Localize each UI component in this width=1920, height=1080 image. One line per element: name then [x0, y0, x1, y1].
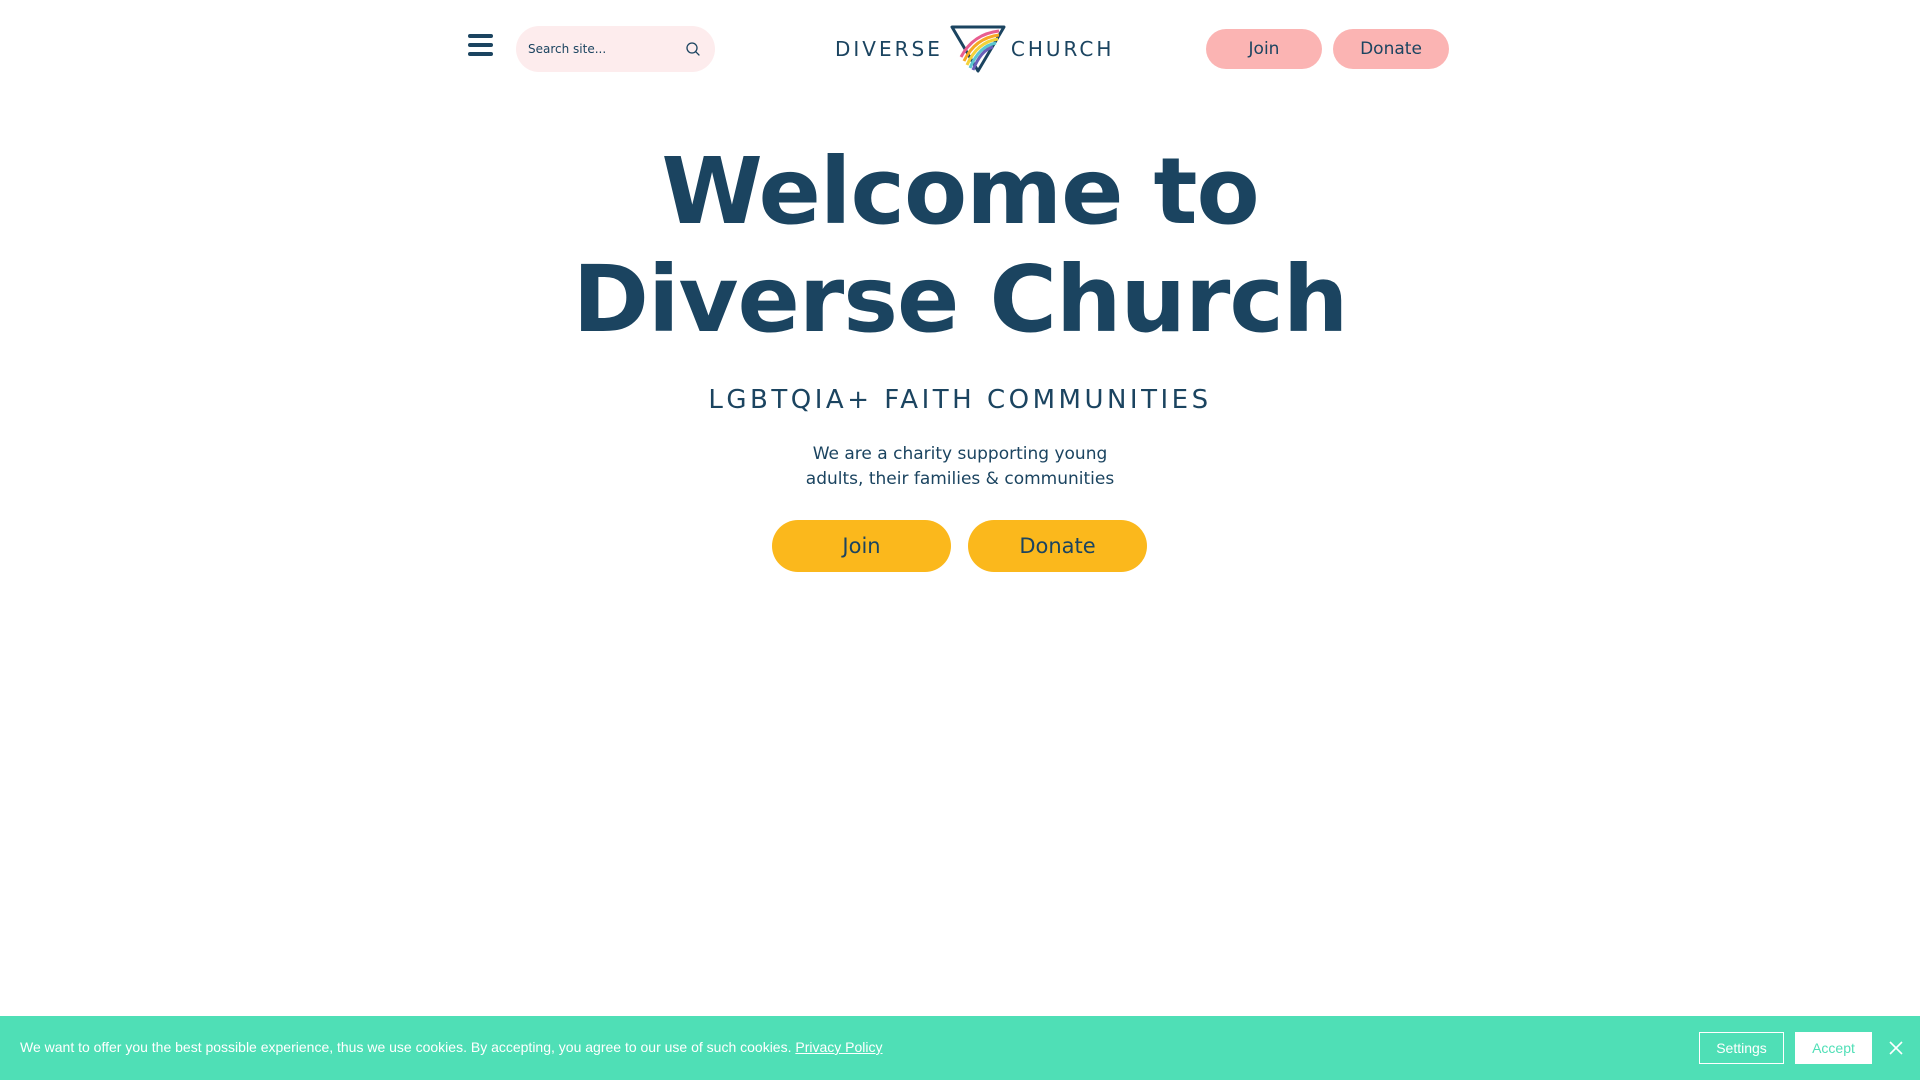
hero-join-button[interactable]: Join	[772, 520, 951, 572]
header-join-button[interactable]: Join	[1206, 29, 1322, 69]
cookie-settings-button[interactable]: Settings	[1699, 1032, 1784, 1064]
title-line-1: Welcome to	[661, 138, 1259, 245]
rainbow-triangle-logo-icon	[950, 25, 1006, 73]
hero-donate-button[interactable]: Donate	[968, 520, 1147, 572]
description-line-2: adults, their families & communities	[805, 469, 1115, 489]
search-icon[interactable]	[685, 41, 701, 57]
site-logo[interactable]: DIVERSE CHURCH	[835, 24, 1114, 74]
hamburger-menu-icon[interactable]	[468, 34, 496, 60]
hero-description: We are a charity supporting young adults…	[760, 442, 1160, 492]
privacy-policy-link[interactable]: Privacy Policy	[795, 1039, 882, 1055]
hero-subtitle: LGBTQIA+ FAITH COMMUNITIES	[708, 385, 1212, 415]
cookie-banner: We want to offer you the best possible e…	[0, 1016, 1920, 1080]
header-donate-button[interactable]: Donate	[1333, 29, 1449, 69]
search-input[interactable]	[528, 26, 678, 72]
cookie-message-text: We want to offer you the best possible e…	[20, 1039, 792, 1055]
search-box	[516, 26, 715, 72]
page-title: Welcome to Diverse Church	[0, 138, 1920, 354]
description-line-1: We are a charity supporting young	[812, 444, 1108, 464]
cookie-accept-button[interactable]: Accept	[1795, 1032, 1872, 1064]
site-header: DIVERSE CHURCH Join Donate	[0, 0, 1920, 98]
close-icon[interactable]	[1886, 1038, 1906, 1058]
logo-text-diverse: DIVERSE	[835, 37, 943, 61]
cookie-message: We want to offer you the best possible e…	[20, 1039, 883, 1055]
title-line-2: Diverse Church	[572, 246, 1349, 353]
logo-text-church: CHURCH	[1010, 37, 1115, 61]
